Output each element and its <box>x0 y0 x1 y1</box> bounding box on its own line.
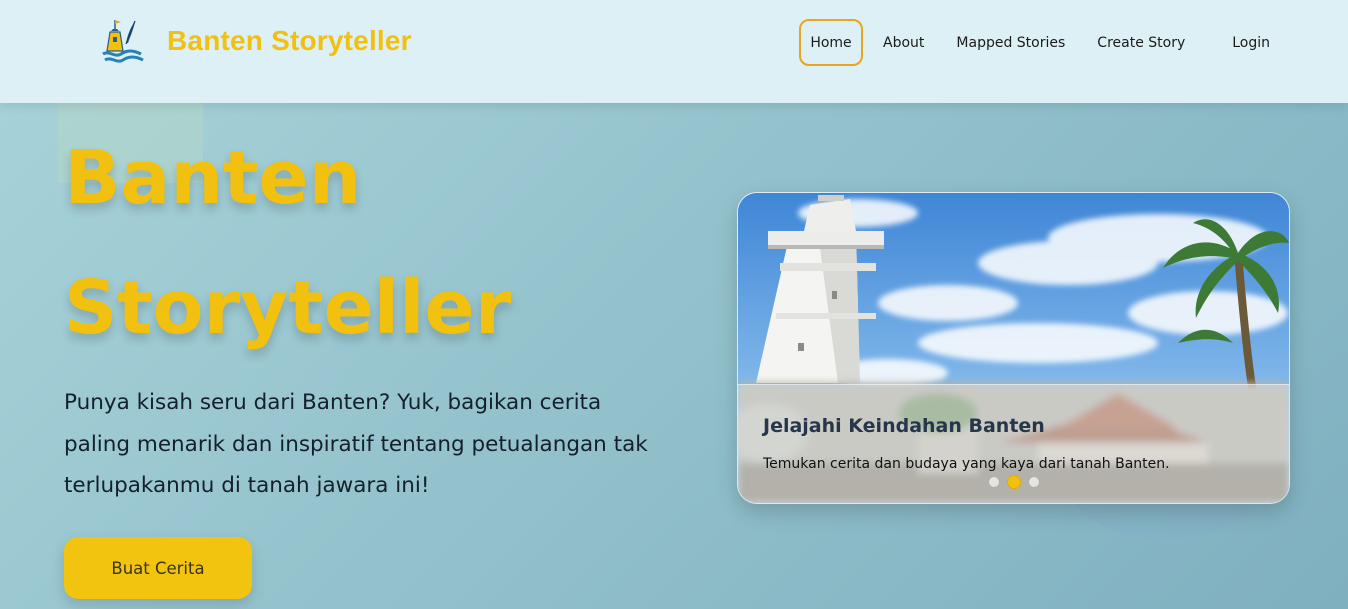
nav-home[interactable]: Home <box>799 19 863 66</box>
slide-text: Temukan cerita dan budaya yang kaya dari… <box>763 456 1170 472</box>
hero-title-line2: Storyteller <box>64 265 512 351</box>
brand[interactable]: Banten Storyteller <box>101 16 412 66</box>
nav-create-story[interactable]: Create Story <box>1097 19 1185 66</box>
navbar: Banten Storyteller Home About Mapped Sto… <box>0 0 1348 103</box>
nav-about[interactable]: About <box>883 19 924 66</box>
carousel-dot-1[interactable] <box>988 476 1000 488</box>
slide-title: Jelajahi Keindahan Banten <box>763 415 1045 437</box>
carousel-dot-2-active[interactable] <box>1007 475 1021 489</box>
hero-title: Banten Storyteller <box>64 113 511 373</box>
main-nav: Home About Mapped Stories Create Story L… <box>799 19 1270 66</box>
hero-title-line1: Banten <box>64 135 362 221</box>
brand-name[interactable]: Banten Storyteller <box>167 25 412 57</box>
hero-carousel[interactable]: Jelajahi Keindahan Banten Temukan cerita… <box>737 192 1290 504</box>
lighthouse-logo-icon <box>102 20 144 63</box>
nav-mapped-stories[interactable]: Mapped Stories <box>956 19 1065 66</box>
carousel-dot-3[interactable] <box>1028 476 1040 488</box>
nav-login[interactable]: Login <box>1232 19 1270 66</box>
hero-description: Punya kisah seru dari Banten? Yuk, bagik… <box>64 390 648 498</box>
slide-caption: Jelajahi Keindahan Banten Temukan cerita… <box>738 384 1289 503</box>
carousel-indicators <box>988 475 1047 489</box>
create-story-button[interactable]: Buat Cerita <box>64 537 252 599</box>
